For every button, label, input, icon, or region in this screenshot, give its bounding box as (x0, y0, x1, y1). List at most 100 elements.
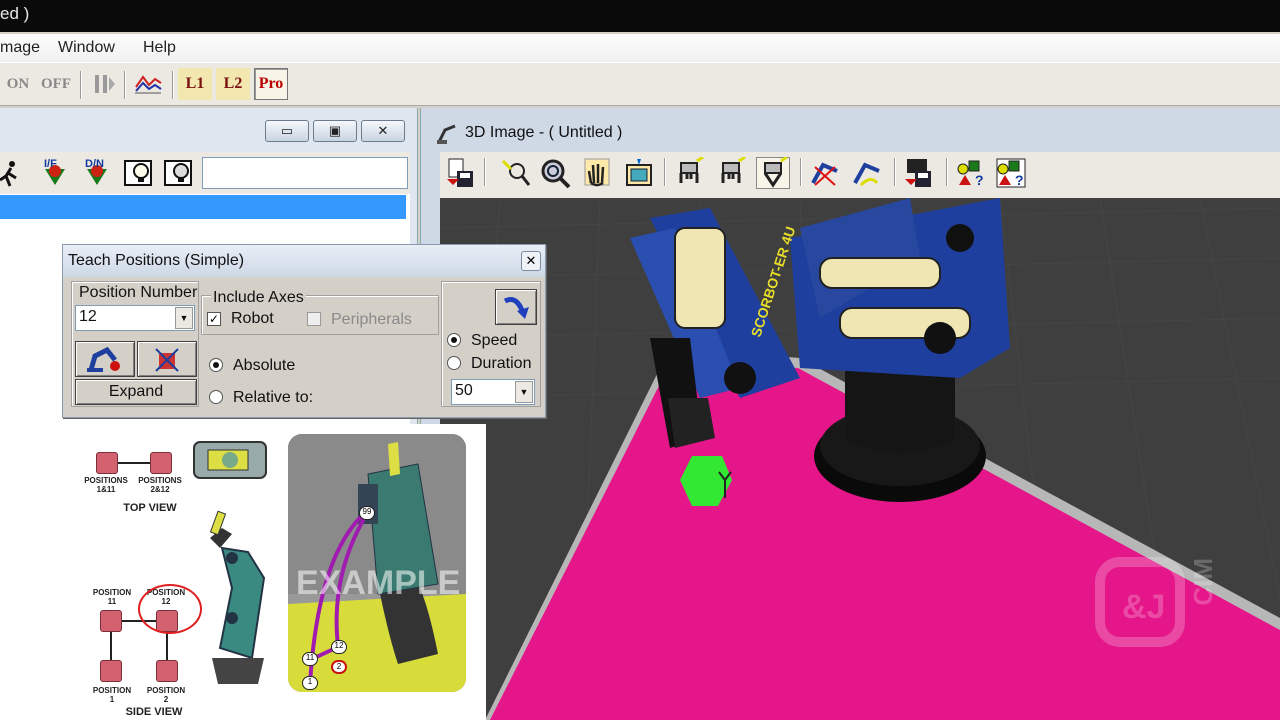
save-scene-icon[interactable] (902, 157, 936, 189)
minimize-button[interactable]: ▭ (265, 120, 309, 142)
graph-button[interactable] (130, 68, 166, 100)
selected-program-row[interactable] (0, 195, 406, 219)
svg-text:I/F: I/F (44, 158, 57, 170)
move-to-position-button[interactable] (495, 289, 537, 325)
gripper-view-2-icon[interactable] (714, 157, 748, 189)
application-root: { "window": {"title_fragment": "ed )"}, … (0, 0, 1280, 720)
absolute-radio[interactable] (209, 358, 223, 372)
dialog-title: Teach Positions (Simple) (63, 245, 545, 277)
pause-button[interactable] (86, 68, 120, 100)
relative-radio[interactable] (209, 390, 223, 404)
teach-robot-button[interactable] (75, 341, 135, 377)
level1-button[interactable]: L1 (178, 68, 212, 100)
duration-label: Duration (471, 355, 532, 372)
chevron-down-icon[interactable]: ▼ (515, 381, 533, 403)
chevron-down-icon[interactable]: ▼ (175, 307, 193, 329)
teach-robot-icon (87, 346, 120, 372)
toolbar-separator (172, 71, 174, 99)
window-title: ed ) (0, 4, 30, 23)
off-button[interactable]: OFF (38, 68, 74, 100)
toolbar-separator (124, 71, 126, 99)
zoom-icon[interactable] (538, 157, 572, 189)
robot-side-view-icon (209, 510, 266, 684)
delete-position-button[interactable] (137, 341, 197, 377)
top-position-2-12 (150, 452, 172, 474)
peripherals-label: Peripherals (331, 311, 412, 328)
side-position-2 (156, 660, 178, 682)
robot-checkbox[interactable]: ✓ (207, 312, 221, 326)
program-toolbar: I/F D/N (0, 152, 410, 194)
caption-positions-2-12: POSITIONS 2&12 (138, 476, 182, 494)
select-icon[interactable] (498, 157, 532, 189)
graph-icon (135, 75, 162, 94)
point-11: 11 (302, 652, 318, 666)
point-99: 99 (359, 506, 375, 520)
run-icon[interactable] (0, 157, 26, 189)
off-label: OFF (41, 75, 71, 92)
draw-path-icon[interactable] (850, 157, 884, 189)
toolbar-separator (484, 158, 486, 186)
caption-top-view: TOP VIEW (123, 502, 177, 514)
toolbar-separator (80, 71, 82, 99)
cim-watermark: &J CIM (1092, 552, 1232, 648)
program-name-field[interactable] (202, 157, 408, 189)
pause-icon (95, 75, 115, 93)
teach-positions-dialog: Teach Positions (Simple) ✕ Position Numb… (62, 244, 546, 418)
svg-text:D/N: D/N (85, 158, 104, 170)
menu-item-image[interactable]: mage (0, 39, 40, 57)
robot-window-icon (437, 124, 456, 144)
svg-text:?: ? (1015, 172, 1024, 188)
restore-button[interactable]: ▣ (313, 120, 357, 142)
point-2: 2 (331, 660, 347, 674)
side-position-1 (100, 660, 122, 682)
pro-button[interactable]: Pro (254, 68, 288, 100)
l2-label: L2 (223, 75, 243, 92)
caption-position-1: POSITION 1 (92, 686, 132, 704)
robot-label: Robot (231, 310, 274, 327)
position-number-value: 12 (79, 308, 97, 325)
main-toolbar: ON OFF L1 L2 Pro (0, 62, 1280, 106)
save-image-icon[interactable] (444, 157, 478, 189)
gripper-view-1-icon[interactable] (672, 157, 706, 189)
speed-radio[interactable] (447, 333, 461, 347)
position-number-combo[interactable]: 12 ▼ (75, 305, 195, 331)
speed-value: 50 (455, 382, 473, 399)
position-number-label: Position Number (79, 284, 198, 301)
caption-positions-1-11: POSITIONS 1&11 (84, 476, 128, 494)
svg-text:&J: &J (1122, 588, 1165, 626)
insert-down-icon[interactable]: D/N (80, 157, 114, 189)
pan-hand-icon[interactable] (580, 157, 614, 189)
level2-button[interactable]: L2 (216, 68, 250, 100)
erase-path-icon[interactable] (808, 157, 842, 189)
peripherals-checkbox[interactable] (307, 312, 321, 326)
toolbar-separator (894, 158, 896, 186)
absolute-label: Absolute (233, 357, 296, 374)
expand-button[interactable]: Expand (75, 379, 197, 405)
menu-item-window[interactable]: Window (58, 39, 115, 57)
point-1: 1 (302, 676, 318, 690)
close-button[interactable]: ✕ (361, 120, 405, 142)
scene-info-icon[interactable]: ? (994, 157, 1028, 189)
toolbar-separator (664, 158, 666, 186)
object-info-icon[interactable]: ? (954, 157, 988, 189)
delete-position-icon (155, 348, 179, 372)
on-button[interactable]: ON (2, 68, 34, 100)
3d-scene-viewport[interactable]: SCORBOT-ER 4U &J CIM (440, 198, 1280, 720)
speed-value-combo[interactable]: 50 ▼ (451, 379, 535, 405)
menu-item-help[interactable]: Help (143, 39, 176, 57)
lamp-icon[interactable] (122, 157, 156, 189)
lamp-off-icon[interactable] (162, 157, 196, 189)
expand-label: Expand (108, 383, 164, 400)
side-position-11 (100, 610, 122, 632)
dialog-close-button[interactable]: ✕ (521, 251, 541, 271)
top-view-connector (118, 462, 150, 464)
include-axes-label: Include Axes (211, 289, 306, 307)
fit-view-icon[interactable] (622, 157, 656, 189)
duration-radio[interactable] (447, 356, 461, 370)
menu-bar: mage Window Help (0, 34, 1280, 62)
caption-position-11: POSITION 11 (92, 588, 132, 606)
image-window-title: 3D Image - ( Untitled ) (465, 124, 623, 141)
insert-left-icon[interactable]: I/F (38, 157, 72, 189)
pro-label: Pro (258, 75, 284, 92)
gripper-view-3-icon[interactable] (756, 157, 790, 189)
